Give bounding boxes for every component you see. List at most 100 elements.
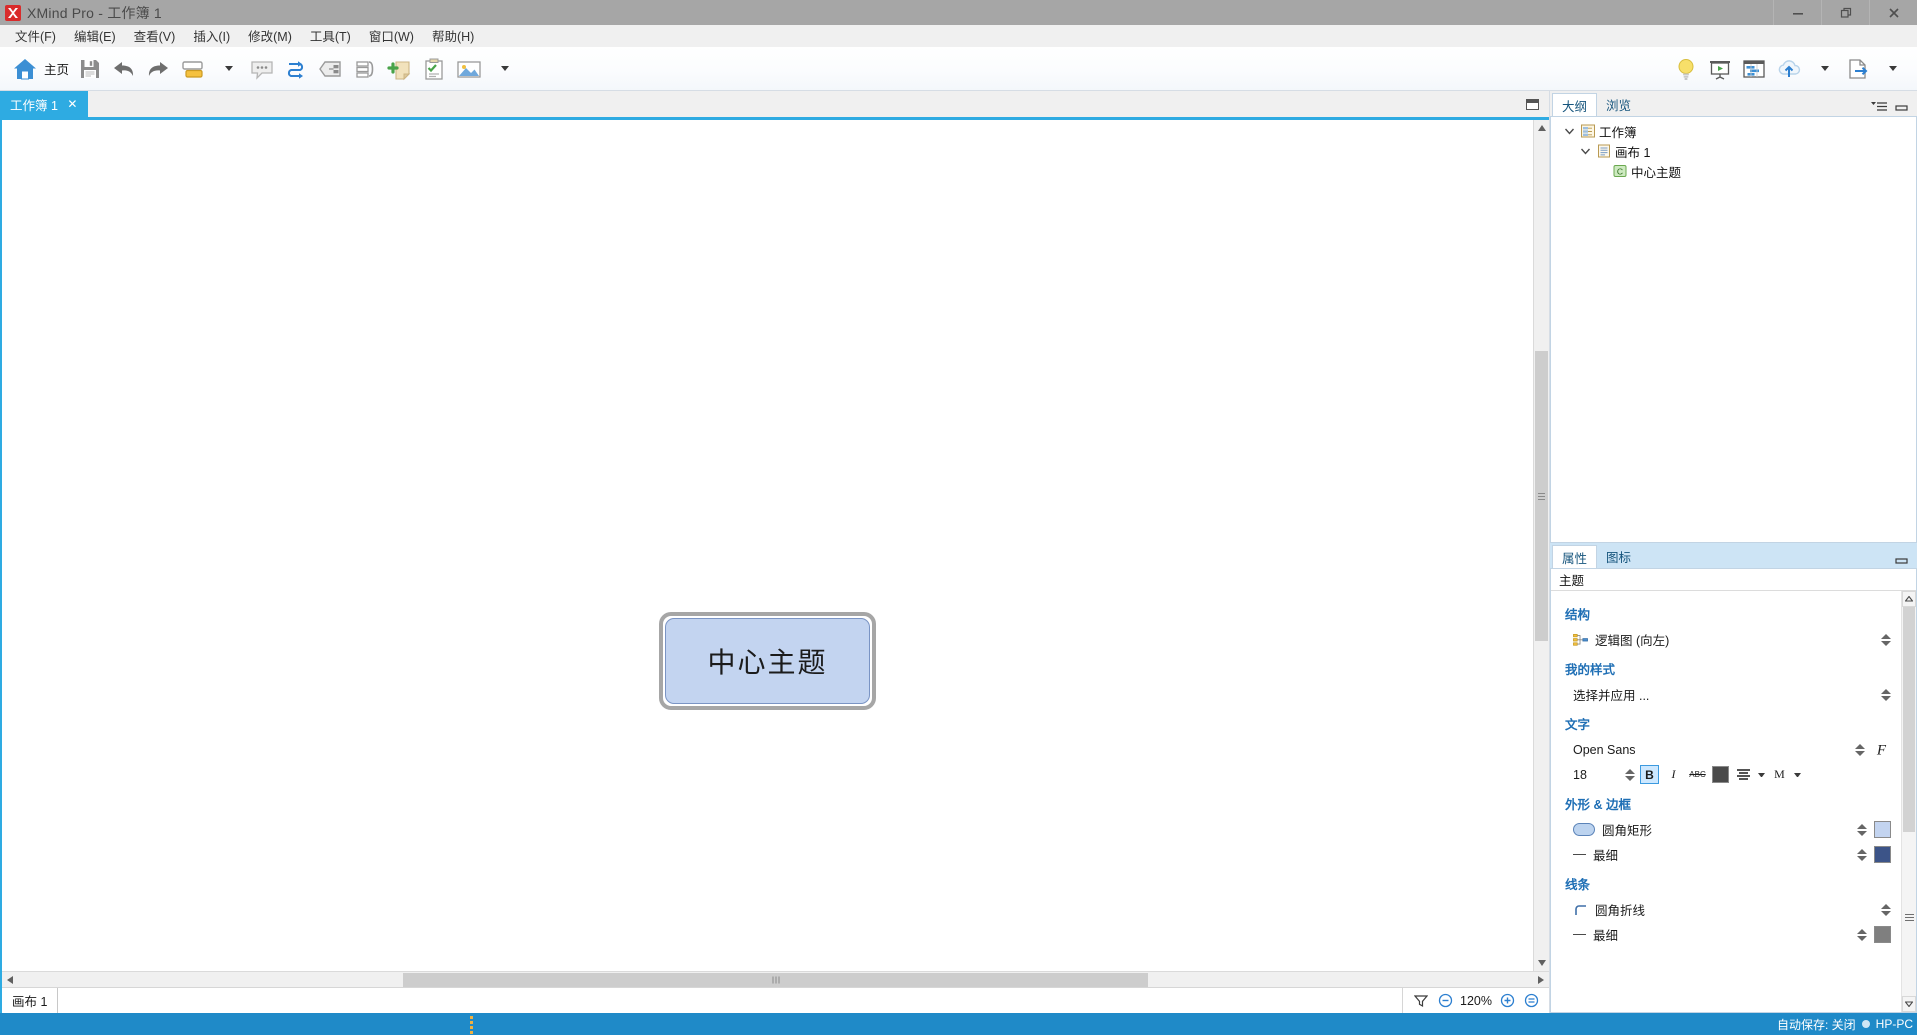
chevron-down-icon[interactable] <box>1579 145 1592 158</box>
tab-outline[interactable]: 大纲 <box>1552 93 1598 116</box>
zoom-fit-button[interactable] <box>1519 989 1543 1013</box>
tab-workbook-1[interactable]: 工作簿 1 ✕ <box>0 91 88 117</box>
minimize-button[interactable] <box>1773 0 1821 25</box>
font-family-stepper[interactable] <box>1854 742 1865 758</box>
shape-select[interactable]: 圆角矩形 <box>1551 817 1901 842</box>
mindmap-canvas[interactable]: 中心主题 <box>2 120 1533 971</box>
insert-image-dropdown[interactable] <box>487 50 521 88</box>
canvas-vertical-scrollbar[interactable] <box>1533 120 1549 971</box>
align-dropdown-icon[interactable] <box>1758 772 1765 777</box>
insert-summary-button[interactable] <box>349 50 383 88</box>
fill-color-swatch[interactable] <box>1874 821 1891 838</box>
tree-row-workbook[interactable]: 工作簿 <box>1551 121 1916 141</box>
panel-resize-grip[interactable] <box>1905 917 1914 918</box>
close-icon[interactable]: ✕ <box>66 97 79 111</box>
canvas-horizontal-scrollbar[interactable] <box>2 971 1549 988</box>
line-style-stepper[interactable] <box>1880 902 1891 918</box>
tree-row-central-topic[interactable]: C 中心主题 <box>1551 161 1916 181</box>
insert-relationship-button[interactable] <box>279 50 313 88</box>
zoom-out-button[interactable] <box>1433 989 1457 1013</box>
scroll-down-icon[interactable] <box>1902 996 1916 1012</box>
undo-button[interactable] <box>107 50 141 88</box>
horizontal-scroll-track[interactable] <box>18 972 1533 988</box>
insert-note-button[interactable] <box>383 50 417 88</box>
insert-image-button[interactable] <box>451 50 487 88</box>
insert-topic-dropdown[interactable] <box>211 50 245 88</box>
insert-callout-button[interactable] <box>245 50 279 88</box>
scroll-left-icon[interactable] <box>2 971 18 988</box>
style-stepper[interactable] <box>1880 687 1891 703</box>
tab-properties[interactable]: 属性 <box>1552 545 1598 568</box>
maximize-editor-icon[interactable] <box>1526 98 1539 110</box>
gantt-button[interactable] <box>1737 50 1771 88</box>
tree-row-sheet[interactable]: 画布 1 <box>1551 141 1916 161</box>
central-topic[interactable]: 中心主题 <box>665 618 870 704</box>
properties-scroll-track[interactable] <box>1902 607 1916 996</box>
border-width-stepper[interactable] <box>1856 847 1867 863</box>
align-center-icon[interactable] <box>1734 765 1753 784</box>
menu-help[interactable]: 帮助(H) <box>423 24 483 47</box>
zoom-in-button[interactable] <box>1495 989 1519 1013</box>
strikethrough-button[interactable]: ABC <box>1688 765 1707 784</box>
menu-window[interactable]: 窗口(W) <box>360 24 423 47</box>
font-size-stepper[interactable] <box>1624 767 1635 783</box>
font-script-icon[interactable]: F <box>1872 740 1891 759</box>
vertical-scroll-thumb[interactable] <box>1535 351 1548 641</box>
border-color-swatch[interactable] <box>1874 846 1891 863</box>
export-dropdown[interactable] <box>1875 50 1909 88</box>
vertical-scroll-track[interactable] <box>1534 136 1549 955</box>
export-button[interactable] <box>1841 50 1875 88</box>
insert-boundary-button[interactable] <box>313 50 349 88</box>
brainstorm-button[interactable] <box>1669 50 1703 88</box>
restore-button[interactable] <box>1821 0 1869 25</box>
bold-button[interactable]: B <box>1640 765 1659 784</box>
line-width-select[interactable]: 最细 <box>1551 922 1901 947</box>
properties-scroll-thumb[interactable] <box>1903 607 1915 832</box>
close-button[interactable] <box>1869 0 1917 25</box>
font-family-select[interactable]: Open Sans F <box>1551 737 1901 762</box>
tab-icons[interactable]: 图标 <box>1597 545 1640 568</box>
style-select[interactable]: 选择并应用 ... <box>1551 682 1901 707</box>
text-color-swatch[interactable] <box>1712 766 1729 783</box>
view-menu-icon[interactable] <box>1871 101 1887 113</box>
text-case-dropdown-icon[interactable] <box>1794 772 1801 777</box>
insert-topic-button[interactable] <box>175 50 211 88</box>
scroll-up-icon[interactable] <box>1534 120 1549 136</box>
shape-stepper[interactable] <box>1856 822 1867 838</box>
properties-section-title: 主题 <box>1551 569 1916 591</box>
redo-button[interactable] <box>141 50 175 88</box>
upload-button[interactable] <box>1771 50 1807 88</box>
menu-edit[interactable]: 编辑(E) <box>65 24 125 47</box>
scroll-right-icon[interactable] <box>1533 971 1549 988</box>
save-button[interactable] <box>73 50 107 88</box>
italic-button[interactable]: I <box>1664 765 1683 784</box>
menu-tools[interactable]: 工具(T) <box>301 24 360 47</box>
chevron-down-icon[interactable] <box>1563 125 1576 138</box>
menu-file[interactable]: 文件(F) <box>6 24 65 47</box>
line-width-stepper[interactable] <box>1856 927 1867 943</box>
menu-insert[interactable]: 插入(I) <box>184 24 239 47</box>
properties-vertical-scrollbar[interactable] <box>1901 591 1916 1012</box>
menu-view[interactable]: 查看(V) <box>125 24 185 47</box>
line-color-swatch[interactable] <box>1874 926 1891 943</box>
border-width-select[interactable]: 最细 <box>1551 842 1901 867</box>
home-button[interactable]: 主页 <box>8 50 73 88</box>
scroll-down-icon[interactable] <box>1534 955 1549 971</box>
chevron-down-icon <box>501 66 510 71</box>
text-case-button[interactable]: M <box>1770 765 1789 784</box>
line-style-select[interactable]: 圆角折线 <box>1551 897 1901 922</box>
sheet-tab-canvas-1[interactable]: 画布 1 <box>2 988 59 1013</box>
tab-browse[interactable]: 浏览 <box>1597 93 1641 116</box>
task-info-button[interactable] <box>417 50 451 88</box>
horizontal-scroll-thumb[interactable] <box>403 972 1148 987</box>
minimize-icon[interactable] <box>1895 102 1909 112</box>
filter-icon[interactable] <box>1409 989 1433 1013</box>
structure-stepper[interactable] <box>1880 632 1891 648</box>
presentation-button[interactable] <box>1703 50 1737 88</box>
minimize-icon[interactable] <box>1895 555 1909 565</box>
font-size-value[interactable]: 18 <box>1573 768 1619 782</box>
scroll-up-icon[interactable] <box>1902 591 1916 607</box>
structure-select[interactable]: 逻辑图 (向左) <box>1551 627 1901 652</box>
menu-modify[interactable]: 修改(M) <box>239 24 301 47</box>
upload-dropdown[interactable] <box>1807 50 1841 88</box>
